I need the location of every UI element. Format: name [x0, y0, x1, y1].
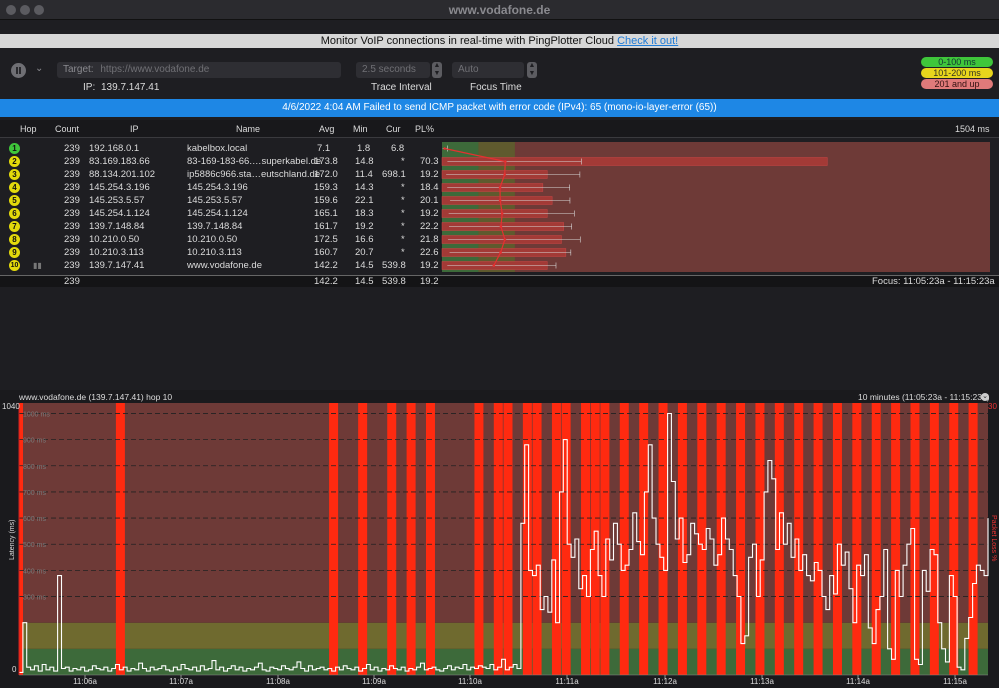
x-tick-label: 11:07a: [169, 677, 193, 686]
packet-loss-column: [503, 403, 513, 675]
y-tick-label: 800 ms: [23, 464, 46, 471]
packet-loss-column: [639, 403, 649, 675]
chevron-down-icon[interactable]: ⌄: [981, 393, 989, 401]
packet-loss-column: [619, 403, 629, 675]
packet-loss-column: [406, 403, 416, 675]
x-tick-label: 11:10a: [458, 677, 482, 686]
graphs-layer: 1000 ms 900 ms 800 ms 700 ms 600 ms 500 ms 400…: [0, 142, 999, 688]
y-tick-label: 900 ms: [23, 438, 46, 445]
timeline-header: www.vodafone.de (139.7.147.41) hop 10 10…: [0, 392, 999, 403]
packet-loss-column: [929, 403, 939, 675]
x-tick-label: 11:13a: [750, 677, 774, 686]
avg-latency-point: [492, 264, 496, 267]
packet-loss-axis-label: Packet Loss %: [990, 515, 997, 561]
x-tick-label: 11:14a: [846, 677, 870, 686]
packet-loss-column: [329, 403, 339, 675]
timeline-target: www.vodafone.de (139.7.147.41) hop 10: [19, 392, 173, 402]
packet-loss-column: [852, 403, 862, 675]
x-tick-label: 11:06a: [73, 677, 97, 686]
packet-loss-column: [474, 403, 484, 675]
x-tick-label: 11:12a: [653, 677, 677, 686]
packet-loss-column: [522, 403, 532, 675]
avg-latency-point: [503, 238, 507, 241]
packet-loss-column: [832, 403, 842, 675]
avg-latency-point: [443, 147, 446, 150]
packet-loss-column: [755, 403, 765, 675]
packet-loss-max-label: 30: [988, 402, 997, 411]
avg-latency-point: [499, 225, 503, 228]
avg-latency-point: [498, 199, 502, 202]
packet-loss-column: [968, 403, 978, 675]
y-axis-label: Latency (ms): [9, 520, 16, 560]
x-tick-label: 11:08a: [266, 677, 290, 686]
x-tick-label: 11:11a: [555, 677, 579, 686]
timeline-range[interactable]: 10 minutes (11:05:23a - 11:15:23a): [858, 392, 990, 403]
avg-latency-point: [500, 212, 504, 215]
packet-loss-column: [581, 403, 591, 675]
avg-latency-point: [504, 160, 507, 163]
packet-loss-column: [493, 403, 503, 675]
packet-loss-column: [387, 403, 397, 675]
packet-loss-column: [532, 403, 542, 675]
packet-loss-column: [425, 403, 435, 675]
y-tick-label: 300 ms: [23, 595, 46, 602]
packet-loss-column: [358, 403, 368, 675]
packet-loss-column: [115, 403, 125, 675]
y-tick-label: 500 ms: [23, 542, 46, 549]
y-tick-label: 400 ms: [23, 568, 46, 575]
hop-latency-graph[interactable]: [441, 142, 990, 272]
packet-loss-column: [813, 403, 823, 675]
y-max-label: 1040: [2, 402, 20, 411]
x-tick-label: 11:15a: [943, 677, 967, 686]
y-tick-label: 700 ms: [23, 490, 46, 497]
timeline-chart[interactable]: 1000 ms 900 ms 800 ms 700 ms 600 ms 500 ms 400…: [0, 390, 999, 688]
avg-latency-point: [503, 173, 506, 176]
y-zero-label: 0: [12, 665, 17, 674]
packet-loss-column: [658, 403, 668, 675]
avg-latency-point: [499, 251, 502, 254]
y-tick-label: 600 ms: [23, 516, 46, 523]
y-tick-label: 1000 ms: [23, 411, 50, 418]
x-tick-label: 11:09a: [362, 677, 386, 686]
avg-latency-point: [498, 186, 502, 189]
